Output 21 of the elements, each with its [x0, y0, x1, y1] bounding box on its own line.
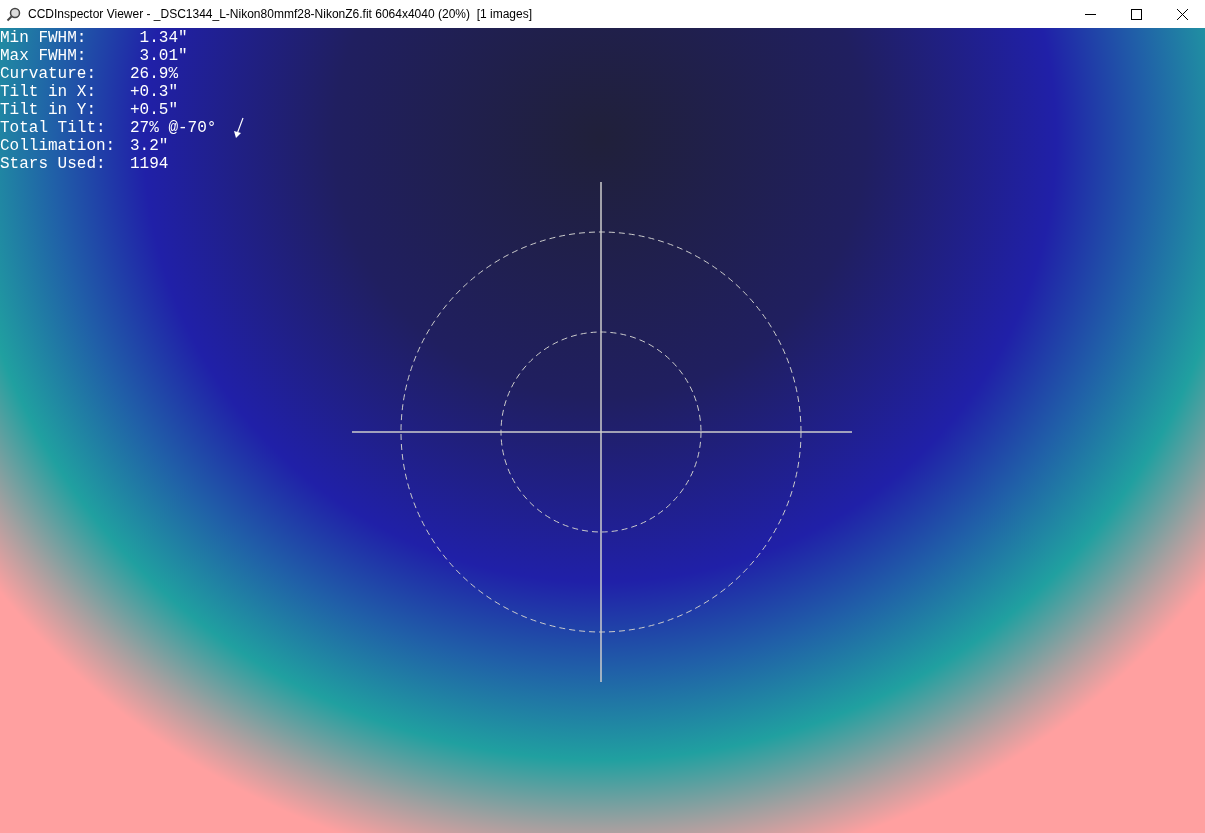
maximize-icon	[1130, 8, 1142, 20]
stat-value: 26.9%	[130, 65, 179, 83]
stat-value: +0.3"	[130, 83, 179, 101]
magnifier-icon	[6, 6, 22, 22]
window-title: CCDInspector Viewer - _DSC1344_L-Nikon80mmf28-NikonZ6.fit 6064x4040 (20%) [1 images]	[28, 7, 533, 21]
stat-label: Tilt in X:	[0, 83, 97, 101]
stat-label: Min FWHM:	[0, 29, 88, 47]
stat-label: Total Tilt:	[0, 119, 107, 137]
stat-label: Tilt in Y:	[0, 101, 97, 119]
stat-value: 3.01"	[138, 47, 189, 65]
stat-label: Collimation:	[0, 137, 117, 155]
stat-label: Stars Used:	[0, 155, 107, 173]
stat-value: 1.34"	[138, 29, 189, 47]
stat-value: 3.2"	[130, 137, 170, 155]
stat-value: 27% @-70°	[130, 119, 217, 137]
tilt-arrow-icon	[233, 117, 245, 139]
stat-label: Max FWHM:	[0, 47, 88, 65]
stat-label: Curvature:	[0, 65, 97, 83]
close-icon	[1176, 8, 1188, 20]
stat-value: 1194	[130, 155, 170, 173]
stat-value: +0.5"	[130, 101, 179, 119]
